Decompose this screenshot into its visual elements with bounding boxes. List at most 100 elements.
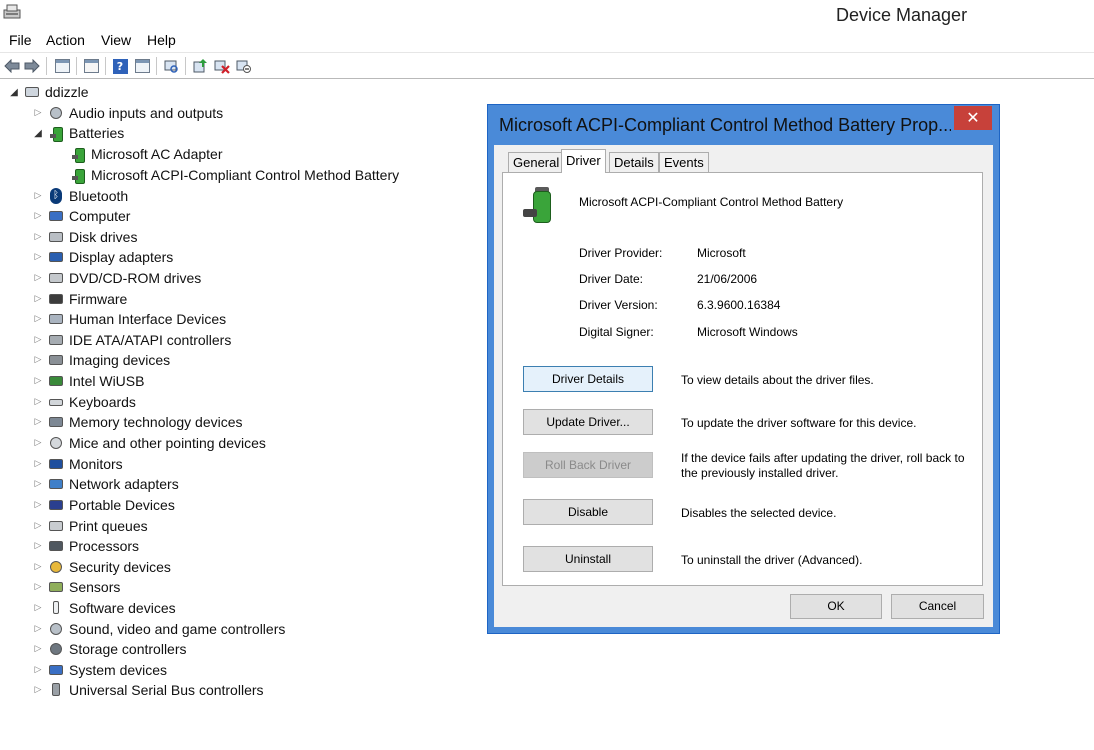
view-icon[interactable]	[132, 56, 152, 76]
network-adapter-icon	[48, 476, 64, 492]
tree-item-audio-inputs-and-outputs[interactable]: ▷ Audio inputs and outputs	[32, 103, 224, 123]
tree-item-sensors[interactable]: ▷ Sensors	[32, 577, 121, 597]
tab-general[interactable]: General	[508, 152, 565, 172]
expand-caret-icon[interactable]: ▷	[32, 252, 44, 262]
speaker-icon	[48, 105, 64, 121]
tree-item-universal-serial-bus-controllers[interactable]: ▷ Universal Serial Bus controllers	[32, 680, 264, 700]
expand-caret-icon[interactable]: ▷	[32, 438, 44, 448]
uninstall-device-icon[interactable]	[212, 56, 232, 76]
show-hide-console-tree-icon[interactable]	[52, 56, 72, 76]
printer-icon	[48, 518, 64, 534]
disable-button[interactable]: Disable	[523, 499, 653, 525]
expand-caret-icon[interactable]: ▷	[32, 603, 44, 613]
tree-item-bluetooth[interactable]: ▷ ᛒ Bluetooth	[32, 186, 128, 206]
help-icon[interactable]: ?	[110, 56, 130, 76]
expand-caret-icon[interactable]: ▷	[32, 541, 44, 551]
tab-driver[interactable]: Driver	[561, 149, 606, 173]
tree-item-batteries[interactable]: ◢ Batteries	[32, 123, 124, 143]
tree-item-monitors[interactable]: ▷ Monitors	[32, 454, 123, 474]
disable-device-icon[interactable]	[234, 56, 254, 76]
tree-item-label: Print queues	[69, 518, 148, 534]
tree-item-processors[interactable]: ▷ Processors	[32, 536, 140, 556]
expand-caret-icon[interactable]: ▷	[32, 335, 44, 345]
expand-caret-icon[interactable]: ▷	[32, 417, 44, 427]
ok-button[interactable]: OK	[790, 594, 882, 619]
tree-item-ide-ata-atapi-controllers[interactable]: ▷ IDE ATA/ATAPI controllers	[32, 330, 232, 350]
tree-item-memory-technology-devices[interactable]: ▷ Memory technology devices	[32, 412, 243, 432]
hid-icon	[48, 311, 64, 327]
roll-back-driver-button[interactable]: Roll Back Driver	[523, 452, 653, 478]
security-key-icon	[48, 559, 64, 575]
expand-caret-icon[interactable]: ▷	[32, 273, 44, 283]
expand-caret-icon[interactable]: ▷	[32, 479, 44, 489]
collapse-caret-icon[interactable]: ◢	[8, 87, 20, 98]
expand-caret-icon[interactable]: ▷	[32, 355, 44, 365]
dialog-body: General Driver Details Events Microsoft …	[494, 145, 993, 627]
update-driver-icon[interactable]	[190, 56, 210, 76]
cancel-button[interactable]: Cancel	[891, 594, 984, 619]
expand-caret-icon[interactable]: ▷	[32, 314, 44, 324]
driver-provider-label: Driver Provider:	[579, 246, 663, 260]
expand-caret-icon[interactable]: ▷	[32, 500, 44, 510]
expand-caret-icon[interactable]: ▷	[32, 582, 44, 592]
tree-item-system-devices[interactable]: ▷ System devices	[32, 660, 168, 680]
mouse-icon	[48, 435, 64, 451]
scan-hardware-icon[interactable]	[161, 56, 181, 76]
expand-caret-icon[interactable]: ▷	[32, 624, 44, 634]
collapse-caret-icon[interactable]: ◢	[32, 128, 44, 139]
tree-item-imaging-devices[interactable]: ▷ Imaging devices	[32, 350, 171, 370]
software-device-icon	[48, 600, 64, 616]
expand-caret-icon[interactable]: ▷	[32, 376, 44, 386]
uninstall-button[interactable]: Uninstall	[523, 546, 653, 572]
tree-item-label: Microsoft AC Adapter	[91, 146, 223, 162]
tree-item-keyboards[interactable]: ▷ Keyboards	[32, 392, 136, 412]
expand-caret-icon[interactable]: ▷	[32, 211, 44, 221]
tree-item-computer[interactable]: ▷ Computer	[32, 206, 131, 226]
properties-icon[interactable]	[81, 56, 101, 76]
tree-item-human-interface-devices[interactable]: ▷ Human Interface Devices	[32, 309, 227, 329]
tree-item-software-devices[interactable]: ▷ Software devices	[32, 598, 176, 618]
expand-caret-icon[interactable]: ▷	[32, 562, 44, 572]
tree-item-intel-wiusb[interactable]: ▷ Intel WiUSB	[32, 371, 145, 391]
tree-item-disk-drives[interactable]: ▷ Disk drives	[32, 227, 138, 247]
update-driver-button[interactable]: Update Driver...	[523, 409, 653, 435]
tab-details[interactable]: Details	[609, 152, 659, 172]
toolbar-separator	[105, 57, 106, 75]
menu-help[interactable]: Help	[147, 32, 176, 48]
tree-item-sound-video-and-game-controllers[interactable]: ▷ Sound, video and game controllers	[32, 619, 286, 639]
device-manager-app-icon	[3, 4, 21, 19]
dvd-drive-icon	[48, 270, 64, 286]
menu-view[interactable]: View	[101, 32, 131, 48]
usb-plug-icon	[48, 682, 64, 698]
tree-root-ddizzle[interactable]: ◢ ddizzle	[8, 82, 88, 102]
tree-item-dvd-cd-rom-drives[interactable]: ▷ DVD/CD-ROM drives	[32, 268, 202, 288]
tree-item-storage-controllers[interactable]: ▷ Storage controllers	[32, 639, 187, 659]
expand-caret-icon[interactable]: ▷	[32, 232, 44, 242]
back-arrow-icon[interactable]	[2, 56, 22, 76]
expand-caret-icon[interactable]: ▷	[32, 397, 44, 407]
expand-caret-icon[interactable]: ▷	[32, 294, 44, 304]
expand-caret-icon[interactable]: ▷	[32, 108, 44, 118]
expand-caret-icon[interactable]: ▷	[32, 459, 44, 469]
tree-item-print-queues[interactable]: ▷ Print queues	[32, 516, 148, 536]
tree-item-security-devices[interactable]: ▷ Security devices	[32, 557, 171, 577]
expand-caret-icon[interactable]: ▷	[32, 685, 44, 695]
expand-caret-icon[interactable]: ▷	[32, 521, 44, 531]
tree-item-display-adapters[interactable]: ▷ Display adapters	[32, 247, 174, 267]
forward-arrow-icon[interactable]	[22, 56, 42, 76]
expand-caret-icon[interactable]: ▷	[32, 191, 44, 201]
expand-caret-icon[interactable]: ▷	[32, 665, 44, 675]
tree-item-microsoft-ac-adapter[interactable]: Microsoft AC Adapter	[54, 144, 223, 164]
tree-item-acpi-battery[interactable]: Microsoft ACPI-Compliant Control Method …	[54, 165, 399, 185]
expand-caret-icon[interactable]: ▷	[32, 644, 44, 654]
menu-action[interactable]: Action	[46, 32, 85, 48]
tree-item-label: Processors	[69, 538, 140, 554]
tab-events[interactable]: Events	[659, 152, 709, 172]
menu-file[interactable]: File	[9, 32, 32, 48]
tree-item-portable-devices[interactable]: ▷ Portable Devices	[32, 495, 175, 515]
tree-item-firmware[interactable]: ▷ Firmware	[32, 289, 128, 309]
tree-item-network-adapters[interactable]: ▷ Network adapters	[32, 474, 179, 494]
tree-item-label: Security devices	[69, 559, 171, 575]
tree-item-mice-and-other-pointing-devices[interactable]: ▷ Mice and other pointing devices	[32, 433, 266, 453]
driver-details-button[interactable]: Driver Details	[523, 366, 653, 392]
